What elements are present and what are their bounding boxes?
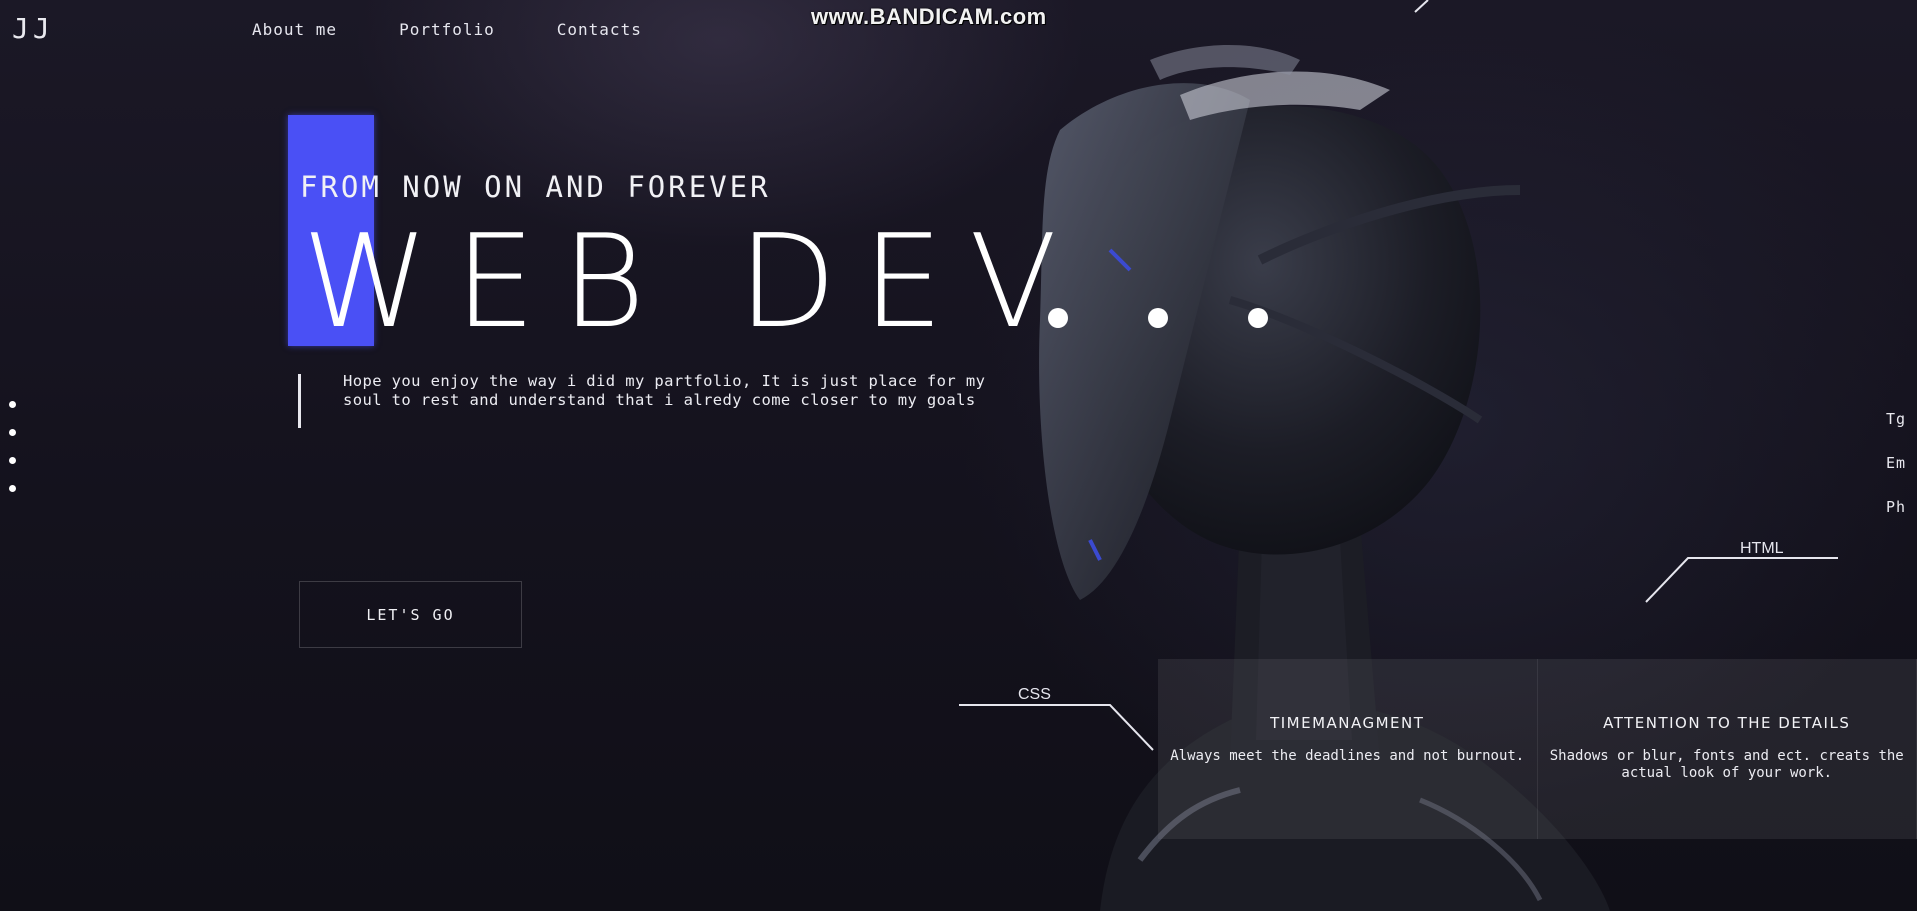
feature-cards: TIMEMANAGMENT Always meet the deadlines … <box>1158 659 1917 839</box>
nav-item-about[interactable]: About me <box>252 20 337 39</box>
contact-telegram-link[interactable]: Tg <box>1886 410 1906 428</box>
feature-card-text: Shadows or blur, fonts and ect. creats t… <box>1549 748 1904 781</box>
feature-card-title: TIMEMANAGMENT <box>1270 714 1425 732</box>
recorder-watermark: www.BANDICAM.com <box>811 4 1047 29</box>
feature-card: TIMEMANAGMENT Always meet the deadlines … <box>1158 659 1538 839</box>
pagination-dot[interactable] <box>9 429 16 436</box>
ellipsis-dot <box>1248 308 1268 328</box>
skill-label-css: CSS <box>1018 686 1051 703</box>
brand-logo[interactable]: JJ <box>12 12 54 45</box>
pagination-dot[interactable] <box>9 485 16 492</box>
intro-divider <box>298 374 301 428</box>
main-nav: About me Portfolio Contacts <box>252 20 642 39</box>
feature-card-title: ATTENTION TO THE DETAILS <box>1603 714 1851 732</box>
ellipsis-dot <box>1148 308 1168 328</box>
contact-links: Tg Em Ph <box>1886 410 1906 542</box>
skill-label-html: HTML <box>1740 540 1784 557</box>
nav-item-contacts[interactable]: Contacts <box>557 20 642 39</box>
hero-intro-text: Hope you enjoy the way i did my partfoli… <box>343 372 986 409</box>
feature-card: ATTENTION TO THE DETAILS Shadows or blur… <box>1537 659 1917 839</box>
contact-email-link[interactable]: Em <box>1886 454 1906 472</box>
ellipsis-dot <box>1048 308 1068 328</box>
contact-phone-link[interactable]: Ph <box>1886 498 1906 516</box>
lets-go-button[interactable]: LET'S GO <box>299 581 522 648</box>
pagination-dot[interactable] <box>9 457 16 464</box>
pagination-dot[interactable] <box>9 401 16 408</box>
hero-headline: WEB DEV <box>302 208 1083 357</box>
section-pagination <box>9 401 16 513</box>
hero-tagline: FROM NOW ON AND FOREVER <box>300 170 771 204</box>
nav-item-portfolio[interactable]: Portfolio <box>399 20 495 39</box>
feature-card-text: Always meet the deadlines and not burnou… <box>1170 748 1525 764</box>
